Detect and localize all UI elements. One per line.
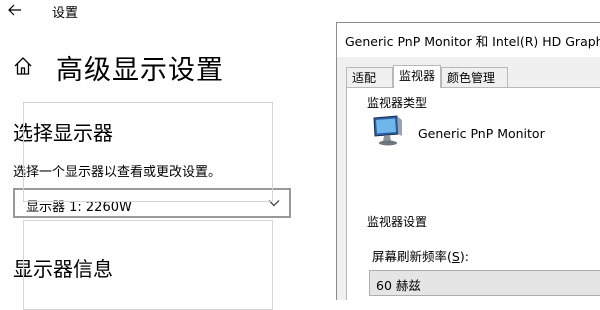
monitor-icon: [373, 115, 402, 146]
window-title: 设置: [52, 6, 79, 21]
refresh-rate-value: 60 赫兹: [376, 278, 421, 293]
dialog-title: Generic PnP Monitor 和 Intel(R) HD Graphi…: [345, 34, 600, 49]
home-icon[interactable]: [13, 56, 33, 76]
refresh-rate-label-suffix: ):: [459, 249, 469, 264]
refresh-rate-dropdown[interactable]: 60 赫兹: [369, 270, 600, 296]
monitor-settings-label: 监视器设置: [365, 213, 430, 230]
tab-adapter[interactable]: 适配器: [346, 67, 393, 105]
monitor-name: Generic PnP Monitor: [418, 126, 545, 141]
monitor-type-label: 监视器类型: [365, 94, 430, 111]
refresh-rate-label-prefix: 屏幕刷新频率(: [372, 249, 452, 264]
back-arrow-icon[interactable]: [6, 1, 24, 19]
dialog-titlebar[interactable]: Generic PnP Monitor 和 Intel(R) HD Graphi…: [337, 23, 600, 57]
monitor-type-group: [23, 102, 273, 202]
page-title: 高级显示设置: [56, 55, 224, 86]
refresh-rate-label: 屏幕刷新频率(S):: [372, 246, 469, 265]
tab-color-management[interactable]: 颜色管理: [441, 67, 508, 87]
tab-monitor[interactable]: 监视器: [393, 65, 441, 88]
refresh-rate-label-key: S: [451, 249, 460, 264]
monitor-settings-group: [23, 220, 273, 310]
